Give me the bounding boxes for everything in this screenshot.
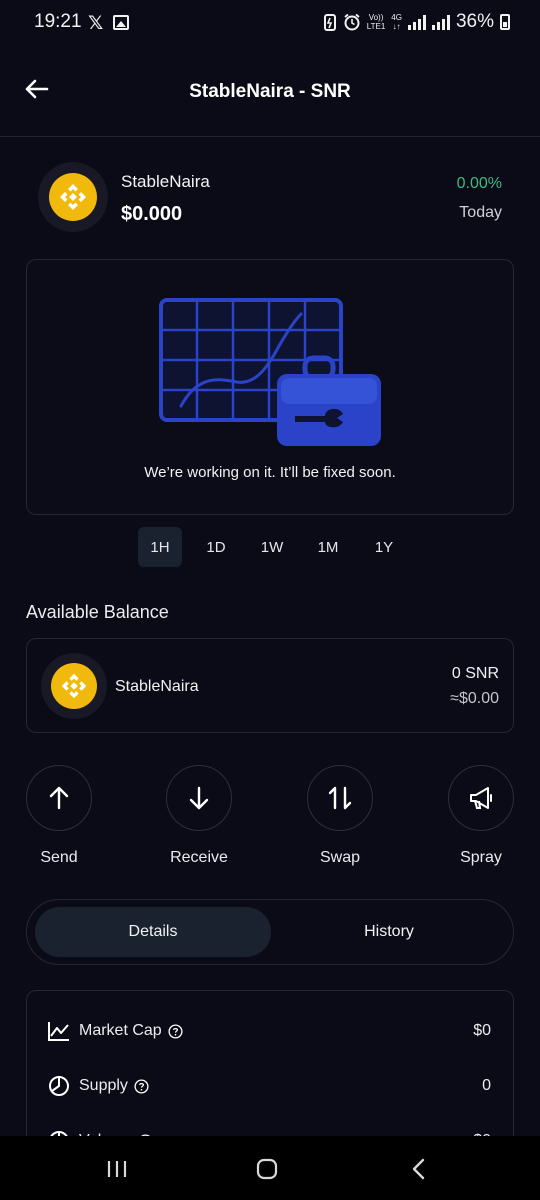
swap-icon [328, 786, 352, 810]
token-change: 0.00% [456, 175, 502, 192]
detail-row-supply: Supply 0 [47, 1073, 491, 1099]
bnb-logo-icon [61, 673, 87, 699]
swap-circle [307, 765, 373, 831]
range-1y-button[interactable]: 1Y [362, 527, 406, 567]
alarm-icon [344, 13, 360, 31]
signal-1-icon [407, 14, 426, 30]
page-title: StableNaira - SNR [189, 81, 351, 102]
pie-chart-icon [47, 1074, 71, 1098]
help-icon[interactable] [168, 1023, 183, 1039]
send-label: Send [40, 849, 78, 866]
market-cap-value: $0 [473, 1022, 491, 1039]
status-bar: 19:21 𝕏 Vo)) LTE1 4G ↓↑ 36% [0, 0, 540, 46]
range-1m-button[interactable]: 1M [306, 527, 350, 567]
spray-label: Spray [460, 849, 502, 866]
token-name: StableNaira [121, 172, 210, 191]
bnb-logo-icon [60, 184, 86, 210]
megaphone-icon [470, 787, 492, 809]
header-divider [0, 136, 540, 137]
action-buttons: Send Receive Swap Spray [26, 765, 514, 875]
status-time: 19:21 [34, 11, 82, 32]
balance-card[interactable]: StableNaira 0 SNR ≈$0.00 [26, 638, 514, 733]
spray-circle [448, 765, 514, 831]
recent-apps-icon[interactable] [102, 1154, 132, 1184]
token-period: Today [459, 204, 502, 221]
available-balance-title: Available Balance [26, 602, 169, 622]
chart-card: We’re working on it. It’ll be fixed soon… [26, 259, 514, 515]
supply-value: 0 [482, 1077, 491, 1094]
balance-fiat: ≈$0.00 [450, 690, 499, 707]
back-nav-icon[interactable] [404, 1154, 434, 1184]
network-type: 4G ↓↑ [391, 13, 402, 31]
volte-bottom: LTE1 [366, 22, 386, 31]
gallery-icon [113, 15, 129, 30]
volte-top: Vo)) [368, 13, 384, 22]
swap-label: Swap [319, 849, 361, 866]
send-button[interactable]: Send [26, 765, 92, 867]
help-icon[interactable] [134, 1078, 149, 1094]
volte-indicator: Vo)) LTE1 [367, 13, 386, 31]
token-price: $0.000 [121, 203, 183, 225]
balance-amount: 0 SNR [451, 665, 499, 682]
balance-token-name: StableNaira [115, 678, 199, 695]
balance-token-avatar [41, 653, 107, 719]
token-avatar [38, 162, 108, 232]
network-type-label: 4G [391, 13, 402, 22]
receive-button[interactable]: Receive [166, 765, 232, 867]
status-icons: Vo)) LTE1 4G ↓↑ 36% [323, 11, 510, 33]
range-1d-button[interactable]: 1D [194, 527, 238, 567]
spray-button[interactable]: Spray [448, 765, 514, 867]
chart-under-maintenance-icon [159, 298, 381, 446]
token-summary: StableNaira $0.000 0.00% Today [38, 162, 502, 234]
time-range-selector: 1H 1D 1W 1M 1Y [138, 527, 406, 567]
chart-message: We’re working on it. It’ll be fixed soon… [144, 464, 396, 481]
battery-icon [500, 14, 510, 30]
signal-2-icon [431, 14, 450, 30]
send-circle [26, 765, 92, 831]
battery-percent: 36% [455, 11, 494, 32]
detail-row-market-cap: Market Cap $0 [47, 1018, 491, 1044]
chart-line-icon [47, 1019, 71, 1043]
arrow-down-icon [189, 786, 209, 810]
x-logo-icon: 𝕏 [88, 13, 104, 34]
range-1w-button[interactable]: 1W [250, 527, 294, 567]
receive-label: Receive [170, 849, 228, 866]
market-cap-label: Market Cap [79, 1022, 162, 1039]
range-1h-button[interactable]: 1H [138, 527, 182, 567]
system-nav-bar [0, 1136, 540, 1200]
tab-details[interactable]: Details [35, 907, 271, 957]
header: StableNaira - SNR [0, 62, 540, 122]
token-detail-screen: 19:21 𝕏 Vo)) LTE1 4G ↓↑ 36% StableNaira - … [0, 0, 540, 1200]
bnb-coin-icon [49, 173, 97, 221]
arrow-up-icon [49, 786, 69, 810]
receive-circle [166, 765, 232, 831]
detail-tabs: Details History [26, 899, 514, 965]
home-icon[interactable] [252, 1154, 282, 1184]
bnb-coin-icon [51, 663, 97, 709]
battery-saver-icon [323, 14, 336, 31]
swap-button[interactable]: Swap [307, 765, 373, 867]
supply-label: Supply [79, 1077, 128, 1094]
tab-history[interactable]: History [271, 907, 507, 957]
